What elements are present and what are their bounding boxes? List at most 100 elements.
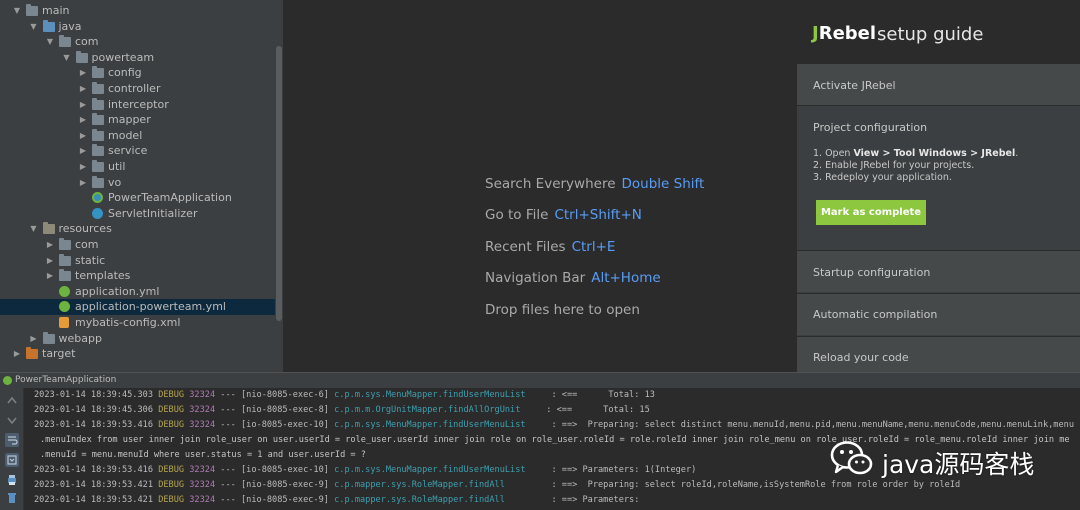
hint-action: Recent Files (485, 239, 566, 255)
tree-item-controller[interactable]: ▶ controller (0, 81, 275, 97)
log-logger: c.p.m.m.OrgUnitMapper.findAllOrgUnit (334, 405, 542, 415)
log-logger: c.p.mapper.sys.RoleMapper.findAll (334, 480, 547, 490)
hint-shortcut: Double Shift (621, 176, 705, 192)
chevron-right-icon[interactable]: ▶ (78, 112, 88, 128)
log-timestamp: 2023-01-14 18:39:45.303 (34, 390, 153, 400)
chevron-right-icon[interactable]: ▶ (45, 268, 55, 284)
tree-item-label: powerteam (91, 50, 155, 64)
jrebel-project-config-label[interactable]: Project configuration (813, 121, 927, 134)
chevron-down-icon[interactable]: ▼ (29, 221, 39, 237)
log-level: DEBUG (158, 495, 185, 505)
tree-item-target[interactable]: ▶ target (0, 346, 275, 362)
package-icon (92, 82, 104, 94)
resources-folder-icon (42, 222, 55, 235)
log-level: DEBUG (158, 420, 185, 430)
editor-empty-area[interactable]: Search Everywhere Double Shift Go to File C… (283, 0, 797, 372)
source-folder-icon (42, 19, 55, 32)
tree-scrollbar[interactable] (276, 46, 282, 321)
package-icon (92, 97, 104, 110)
chevron-right-icon[interactable]: ▶ (78, 81, 88, 97)
package-icon (92, 113, 104, 126)
log-message: : ==> Parameters: (546, 495, 640, 505)
log-line: 2023-01-14 18:39:53.421 DEBUG 32324 --- … (34, 493, 639, 508)
log-message: : ==> Parameters: 1(Integer) (546, 465, 697, 475)
tree-item-application-yml[interactable]: application.yml (0, 284, 275, 300)
chevron-right-icon[interactable]: ▶ (78, 128, 88, 144)
tree-item-java[interactable]: ▼ java (0, 19, 275, 35)
tree-item-label: mapper (108, 113, 151, 127)
chevron-right-icon[interactable]: ▶ (78, 143, 88, 159)
log-message: : ==> Preparing: select distinct menu.me… (546, 420, 1075, 430)
log-thread: --- [nio-8085-exec-9] (215, 480, 335, 490)
chevron-down-icon[interactable]: ▼ (29, 19, 39, 35)
log-pid: 32324 (189, 465, 216, 475)
log-logger: c.p.mapper.sys.RoleMapper.findAll (334, 495, 547, 505)
run-tab-title[interactable]: PowerTeamApplication (15, 375, 116, 385)
tree-item-mapper[interactable]: ▶ mapper (0, 112, 275, 128)
tree-item-service[interactable]: ▶ service (0, 143, 275, 159)
tree-item-vo[interactable]: ▶ vo (0, 175, 275, 191)
log-logger: c.p.m.sys.MenuMapper.findUserMenuList (334, 420, 547, 430)
chevron-down-icon[interactable]: ▼ (62, 50, 72, 66)
jrebel-auto-compile-section[interactable]: Automatic compilation (797, 293, 1080, 335)
log-pid: 32324 (189, 390, 216, 400)
tree-item-util[interactable]: ▶ util (0, 159, 275, 175)
chevron-right-icon[interactable]: ▶ (78, 65, 88, 81)
print-icon[interactable] (5, 473, 19, 487)
tree-item-application-powerteam-yml[interactable]: application-powerteam.yml (0, 299, 275, 315)
spring-boot-run-icon (3, 376, 12, 385)
tree-item-servletinitializer[interactable]: ServletInitializer (0, 206, 275, 222)
wechat-watermark: java源码客栈 (830, 438, 1070, 482)
tree-item-label: application.yml (75, 284, 160, 298)
log-thread: --- [io-8085-exec-10] (215, 465, 335, 475)
hint-action: Search Everywhere (485, 176, 616, 192)
package-icon (59, 35, 71, 48)
chevron-right-icon[interactable]: ▶ (45, 237, 55, 253)
jrebel-activate-label: Activate JRebel (813, 79, 896, 92)
tree-item-static[interactable]: ▶ static (0, 253, 275, 269)
chevron-down-icon[interactable]: ▼ (45, 34, 55, 50)
tree-item-powerteamapplication[interactable]: PowerTeamApplication (0, 190, 275, 206)
tree-item-webapp[interactable]: ▶ webapp (0, 331, 275, 347)
tree-item-powerteam[interactable]: ▼ powerteam (0, 50, 275, 66)
tree-item-model[interactable]: ▶ model (0, 128, 275, 144)
tree-item-interceptor[interactable]: ▶ interceptor (0, 97, 275, 113)
chevron-right-icon[interactable]: ▶ (78, 175, 88, 191)
soft-wrap-icon[interactable] (5, 433, 19, 447)
tree-item-main[interactable]: ▼ main (0, 3, 275, 19)
wechat-logo-icon (830, 441, 873, 475)
mark-as-complete-button[interactable]: Mark as complete (816, 200, 926, 225)
tree-item-label: com (75, 35, 99, 49)
jrebel-step-2: 2. Enable JRebel for your projects. (813, 160, 975, 171)
chevron-right-icon[interactable]: ▶ (45, 253, 55, 269)
scroll-up-icon[interactable] (5, 394, 19, 408)
editor-hint-row: Drop files here to open (485, 302, 640, 318)
hint-shortcut: Ctrl+Shift+N (554, 207, 642, 223)
jrebel-startup-config-section[interactable]: Startup configuration (797, 250, 1080, 292)
tree-item-resources[interactable]: ▼ resources (0, 221, 275, 237)
chevron-down-icon[interactable]: ▼ (12, 3, 22, 19)
tree-item-label: templates (75, 269, 131, 283)
scroll-to-end-icon[interactable] (5, 453, 19, 467)
chevron-right-icon[interactable]: ▶ (29, 331, 39, 347)
chevron-right-icon[interactable]: ▶ (12, 346, 22, 362)
jrebel-activate-section[interactable]: Activate JRebel (797, 63, 1080, 105)
scroll-down-icon[interactable] (5, 413, 19, 427)
chevron-right-icon[interactable]: ▶ (78, 159, 88, 175)
tree-item-label: target (42, 347, 76, 361)
tree-item-label: ServletInitializer (108, 206, 198, 220)
tree-item-label: main (42, 4, 70, 17)
package-icon (92, 175, 104, 188)
tree-item-com[interactable]: ▼ com (0, 34, 275, 50)
log-logger: c.p.m.sys.MenuMapper.findUserMenuList (334, 390, 547, 400)
clear-all-icon[interactable] (5, 491, 19, 505)
tree-item-label: config (108, 66, 142, 80)
package-icon (92, 160, 104, 172)
tree-item-com[interactable]: ▶ com (0, 237, 275, 253)
chevron-right-icon[interactable]: ▶ (78, 97, 88, 113)
tree-item-mybatis-config-xml[interactable]: mybatis-config.xml (0, 315, 275, 331)
tree-item-templates[interactable]: ▶ templates (0, 268, 275, 284)
log-level: DEBUG (158, 480, 185, 490)
jrebel-reload-section[interactable]: Reload your code (797, 336, 1080, 372)
tree-item-config[interactable]: ▶ config (0, 65, 275, 81)
